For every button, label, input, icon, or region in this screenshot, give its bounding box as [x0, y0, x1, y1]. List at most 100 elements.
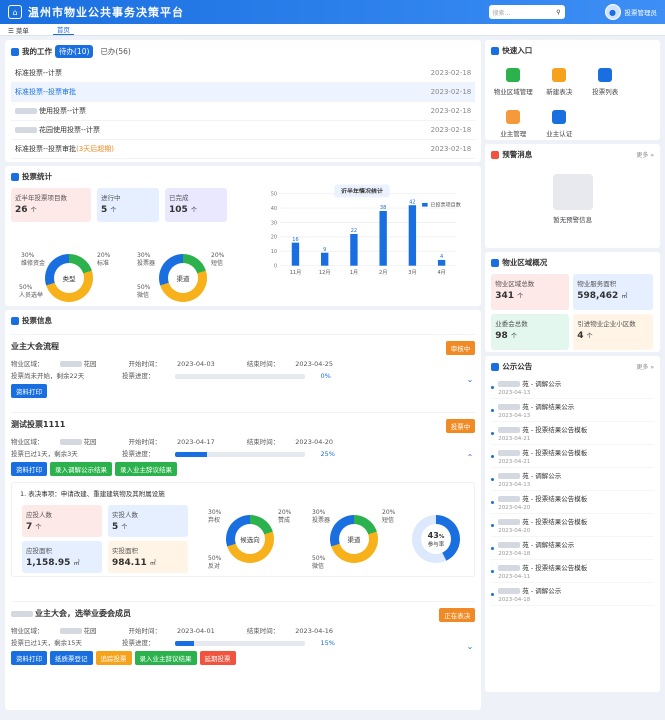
collapse-icon[interactable]: ⌃: [467, 453, 474, 462]
region-panel: 物业区域概况 物业区域总数 341 个 物业服务面积 598,462 ㎡ 业委会总数…: [485, 252, 660, 352]
nav-tabs: ☰ 菜单 首页: [0, 24, 665, 36]
announcement-item[interactable]: 苑 - 调解公示 2023-04-18: [491, 583, 654, 606]
speaker-icon: [491, 362, 500, 371]
region-stat: 引进物业企业小区数 4 个: [573, 314, 654, 350]
x-tick-label: 4月: [437, 270, 445, 276]
bullet-icon: [491, 385, 495, 389]
stats-icon: [11, 172, 19, 181]
user-icon: [506, 110, 521, 124]
work-row[interactable]: 花园使用投票--计票 2023-02-18: [11, 121, 476, 140]
building-icon: [506, 68, 521, 82]
y-tick-label: 10: [271, 249, 277, 255]
bullet-icon: [491, 569, 495, 573]
bar-value-label: 9: [323, 247, 326, 253]
bar: [321, 252, 329, 266]
announce-more-link[interactable]: 更多 »: [636, 362, 654, 371]
expand-icon[interactable]: ⌄: [467, 642, 474, 651]
chart-legend: 已投票项目数: [430, 202, 460, 209]
bullet-icon: [491, 592, 495, 596]
bar: [408, 205, 417, 266]
region-icon: [491, 258, 500, 267]
bullet-icon: [491, 431, 495, 435]
y-tick-label: 50: [271, 192, 277, 198]
work-row[interactable]: 标准投票--计票 2023-02-18: [11, 64, 476, 83]
announcement-panel: 公示公告 更多 » 苑 - 调解公示 2023-04-13 苑 - 调解结果公示 202…: [485, 356, 660, 692]
quick-owner-manage[interactable]: 业主管理: [493, 102, 533, 138]
objection-result-button[interactable]: 录入业主辞议结果: [134, 651, 197, 665]
stat-box: 已完成 105 个: [165, 188, 227, 222]
vote-stats-panel: 投票统计 近半年投票项目数 26 个 进行中 5 个 已完成 105 个 类型 30%…: [5, 166, 482, 306]
print-button[interactable]: 资料打印: [11, 384, 47, 398]
quick-region-manage[interactable]: 物业区域管理: [493, 60, 533, 96]
search-icon[interactable]: ⚲: [556, 9, 560, 16]
search-input[interactable]: 搜索... ⚲: [488, 5, 565, 19]
y-tick-label: 0: [274, 264, 277, 270]
progress-bar: [174, 640, 305, 646]
quick-owner-auth[interactable]: 业主认证: [539, 102, 579, 138]
quick-vote-list[interactable]: 投票列表: [585, 60, 625, 96]
extend-vote-button[interactable]: 延期投票: [199, 651, 236, 665]
status-badge: 投票中: [445, 419, 476, 433]
bar-value-label: 38: [380, 205, 386, 211]
announcement-item[interactable]: 苑 - 调解结果公示 2023-04-13: [491, 399, 654, 422]
alert-more-link[interactable]: 更多 »: [636, 150, 654, 159]
work-row[interactable]: 标准投票--投票审批 2023-02-18: [11, 83, 476, 102]
objection-result-button[interactable]: 录入业主辞议结果: [115, 462, 177, 476]
tab-pending[interactable]: 待办(10): [55, 45, 94, 58]
track-vote-button[interactable]: 追踪投票: [95, 651, 132, 665]
bar: [379, 210, 387, 266]
info-icon: [11, 316, 19, 325]
channel-donut: 渠道: [330, 515, 378, 563]
status-badge: 审核中: [445, 341, 476, 355]
grid-icon: [491, 46, 500, 55]
home-logo-icon[interactable]: ⌂: [8, 5, 22, 19]
y-tick-label: 20: [271, 235, 277, 241]
expand-icon[interactable]: ⌄: [467, 375, 474, 384]
x-tick-label: 1月: [350, 270, 358, 276]
region-stat: 业委会总数 98 个: [491, 314, 570, 350]
participation-gauge: 43% 参与率: [412, 515, 460, 563]
user-name[interactable]: 投票管理员: [625, 7, 658, 17]
my-work-title: 我的工作: [22, 47, 52, 56]
announcement-item[interactable]: 苑 - 投票结果公告模板 2023-04-20: [491, 491, 654, 514]
bullet-icon: [491, 454, 495, 458]
bullet-icon: [491, 546, 495, 550]
type-donut: 类型: [45, 254, 93, 302]
print-button[interactable]: 资料打印: [11, 651, 47, 665]
work-row[interactable]: 标准投票--投票审批(3天后超期) 2023-02-18: [11, 140, 476, 159]
bullet-icon: [491, 523, 495, 527]
bar-value-label: 22: [351, 228, 357, 234]
announcement-item[interactable]: 苑 - 调解公示 2023-04-13: [491, 376, 654, 399]
print-button[interactable]: 资料打印: [11, 462, 47, 476]
mediation-result-button[interactable]: 录入调解公示结果: [50, 462, 112, 476]
announcement-item[interactable]: 苑 - 调解公示 2023-04-13: [491, 468, 654, 491]
announcement-item[interactable]: 苑 - 投票结果公告模板 2023-04-21: [491, 422, 654, 445]
bullet-icon: [491, 408, 495, 412]
result-donut: 候选向: [226, 515, 274, 563]
tab-done[interactable]: 已办(56): [100, 46, 130, 57]
avatar[interactable]: ●: [604, 4, 621, 20]
top-header: ⌂ 温州市物业公共事务决策平台 搜索... ⚲ ● 投票管理员: [0, 0, 665, 24]
announcement-item[interactable]: 苑 - 投票结果公告模板 2023-04-21: [491, 445, 654, 468]
announcement-item[interactable]: 苑 - 调解结果公示 2023-04-18: [491, 537, 654, 560]
progress-bar: [174, 451, 305, 457]
quick-new-vote[interactable]: 新建表决: [539, 60, 579, 96]
announcement-item[interactable]: 苑 - 投票结果公告模板 2023-04-11: [491, 560, 654, 583]
stat-box: 进行中 5 个: [97, 188, 159, 222]
stat-box: 近半年投票项目数 26 个: [11, 188, 91, 222]
tab-home[interactable]: 首页: [52, 24, 74, 35]
channel-donut: 渠道: [159, 254, 207, 302]
announcement-item[interactable]: 苑 - 投票结果公告模板 2023-04-20: [491, 514, 654, 537]
paper-vote-button[interactable]: 纸质票登记: [50, 651, 93, 665]
document-icon: [552, 68, 567, 82]
bar-value-label: 42: [409, 199, 415, 205]
list-icon: [598, 68, 613, 82]
vote-item: 业主大会，选举业委会成员 正在表决 物业区域： 花园 开始时间： 2023-04-01…: [11, 601, 476, 669]
status-badge: 正在表决: [439, 608, 476, 622]
menu-button[interactable]: ☰ 菜单: [8, 25, 29, 35]
work-row[interactable]: 使用投票--计票 2023-02-18: [11, 102, 476, 121]
progress-bar: [174, 373, 305, 379]
bullet-icon: [491, 500, 495, 504]
vote-detail: 1. 表决事项：申请改建、重建建筑物及其附属设施 应投人数 7 个 实投人数 5 个…: [11, 482, 476, 577]
my-work-panel: 我的工作 待办(10) 已办(56) 标准投票--计票 2023-02-18 标准…: [5, 40, 482, 162]
